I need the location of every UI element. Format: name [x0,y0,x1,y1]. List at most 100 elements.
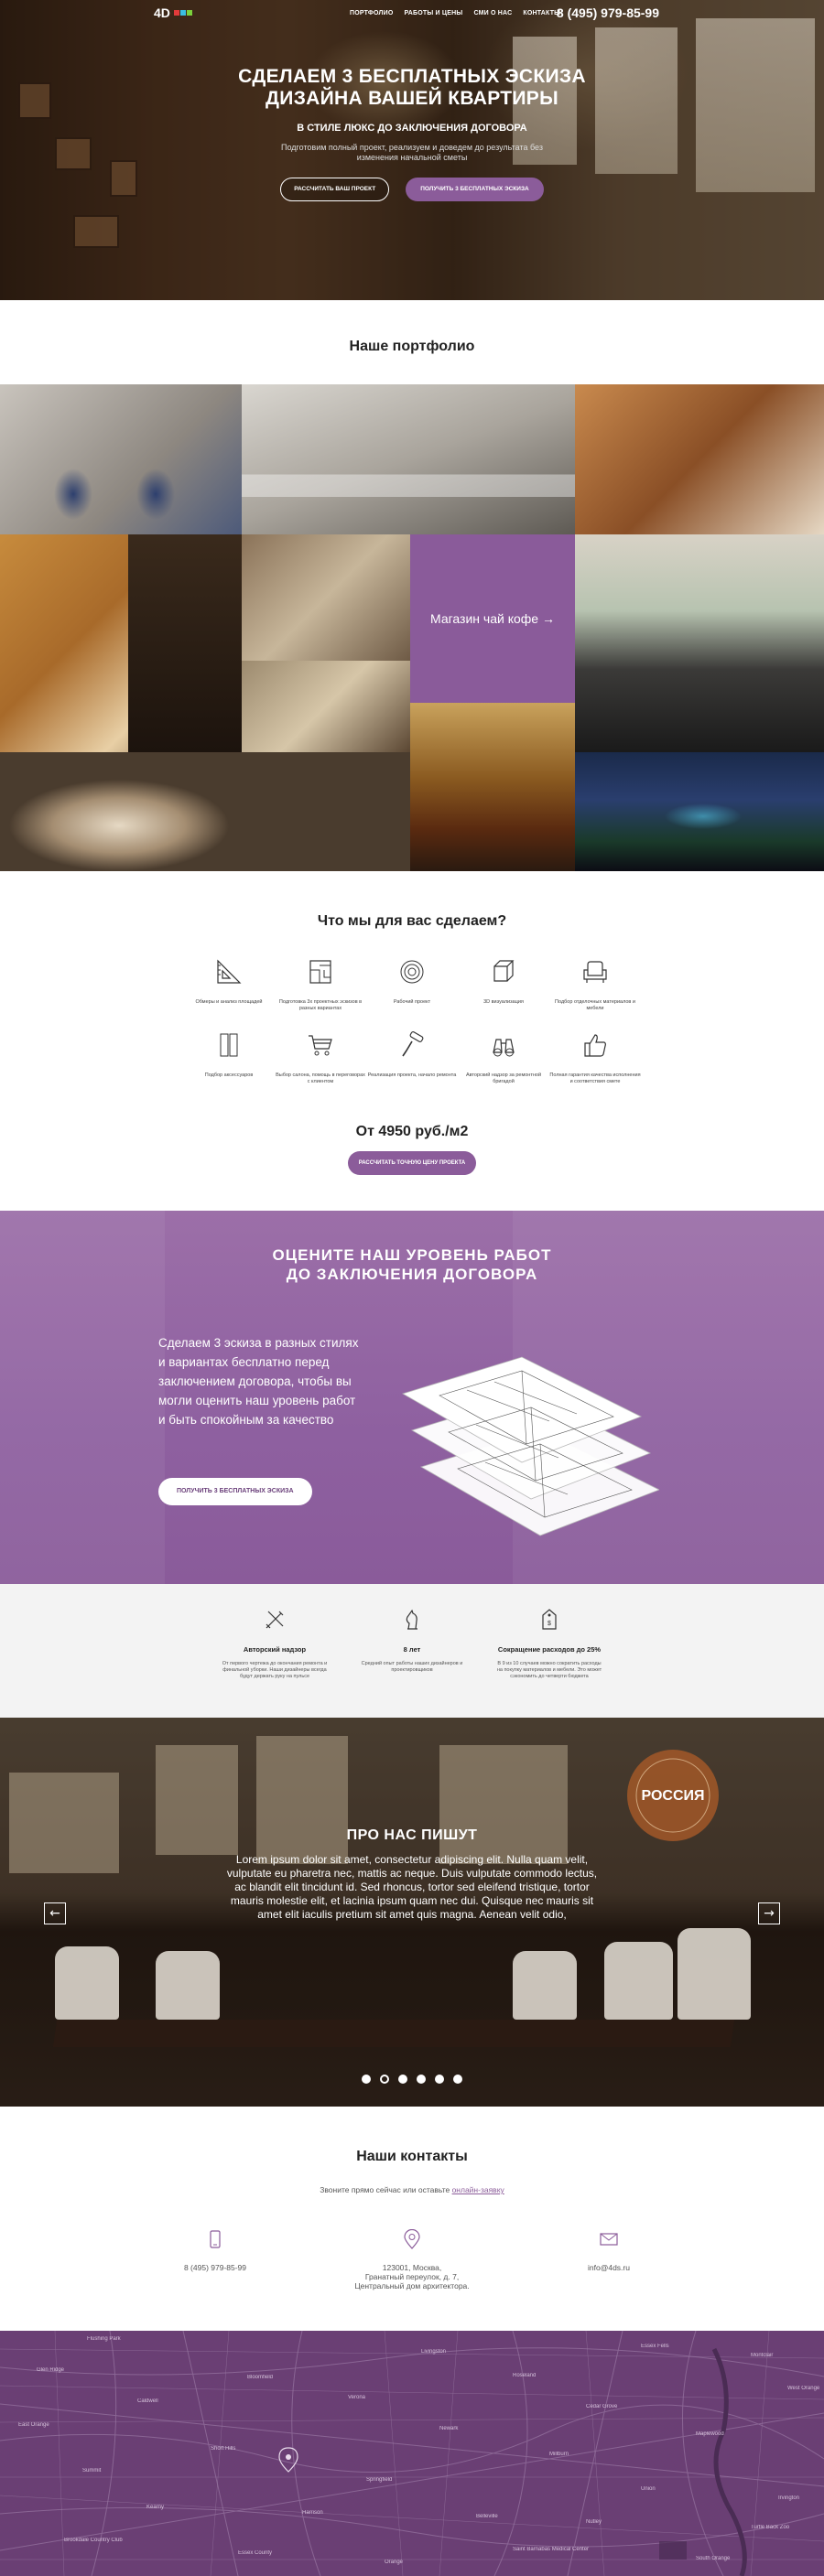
portfolio-title: Наше портфолио [349,339,475,354]
menu-item-press[interactable]: СМИ О НАС [473,10,512,16]
portfolio-tile[interactable] [575,384,824,534]
service-item: Подбор отделочных материалов и мебели [549,957,641,1012]
slider-dot[interactable] [435,2075,444,2084]
menu-item-portfolio[interactable]: ПОРТФОЛИО [350,10,394,16]
review-content: ПРО НАС ПИШУТ Lorem ipsum dolor sit amet… [220,1827,604,1922]
slider-dot[interactable] [398,2075,407,2084]
portfolio-tile-featured[interactable]: Магазин чай кофе → [410,534,575,703]
map-place-label: Summit [82,2468,102,2474]
portfolio-tile[interactable] [0,534,242,752]
hero-painting [73,215,119,248]
online-request-link[interactable]: онлайн-заявку [452,2185,504,2194]
portfolio-tile[interactable] [410,703,575,871]
reviews-section: РОССИЯ ПРО НАС ПИШУТ Lorem ipsum dolor s… [0,1718,824,2107]
logo[interactable]: 4D [154,5,194,22]
panels-icon [220,1033,238,1057]
map-place-label: Glen Ridge [37,2367,65,2373]
contact-phone-text[interactable]: 8 (495) 979-85-99 [160,2263,270,2272]
ruler-triangle-icon [217,959,242,984]
evaluate-sketches-button[interactable]: ПОЛУЧИТЬ 3 БЕСПЛАТНЫХ ЭСКИЗА [158,1478,312,1505]
service-label: Реализация проекта, начало ремонта [367,1072,457,1078]
map-place-label: Millburn [549,2452,569,2457]
portfolio-tile[interactable] [575,534,824,752]
contacts-section: Наши контакты Звоните прямо сейчас или о… [0,2107,824,2331]
service-item: Подготовка 3х проектных эскизов в разных… [275,957,366,1012]
map-place-label: West Orange [787,2386,820,2391]
portfolio-tile[interactable] [242,384,575,534]
hero-title-line2: ДИЗАЙНА ВАШЕЙ КВАРТИРЫ [266,88,558,109]
background-chair [678,1928,751,2020]
background-board [9,1773,119,1873]
review-text: Lorem ipsum dolor sit amet, consectetur … [226,1853,598,1921]
map-place-label: Newark [439,2426,459,2431]
service-label: Полная гарантия качества исполнения и со… [549,1072,641,1084]
service-label: Выбор салона, помощь в переговорах с кли… [276,1072,365,1084]
arrow-left-icon: ← [49,1906,60,1921]
header-phone[interactable]: 8 (495) 979-85-99 [557,5,659,20]
feature-text: В 9 из 10 случаев можно сократить расход… [496,1661,602,1679]
cart-icon [309,1035,332,1056]
feature-title: Сокращение расходов до 25% [497,1645,602,1654]
evaluate-text: Сделаем 3 эскиза в разных стилях и вариа… [158,1336,359,1427]
service-label: Подбор аксессуаров [204,1072,254,1078]
map-place-label: Maplewood [696,2431,724,2437]
evaluate-section: ОЦЕНИТЕ НАШ УРОВЕНЬ РАБОТ ДО ЗАКЛЮЧЕНИЯ … [0,1211,824,1584]
slider-dot[interactable] [417,2075,426,2084]
map-place-label: Roseland [513,2373,537,2378]
hero-subtitle: В СТИЛЕ ЛЮКС ДО ЗАКЛЮЧЕНИЯ ДОГОВОРА [297,123,527,134]
evaluate-title: ОЦЕНИТЕ НАШ УРОВЕНЬ РАБОТ ДО ЗАКЛЮЧЕНИЯ … [0,1245,824,1284]
portfolio-tile[interactable] [242,661,410,752]
menu-item-contacts[interactable]: КОНТАКТЫ [523,10,560,16]
service-item: Рабочий проект [366,957,458,1012]
slider-dot[interactable] [453,2075,462,2084]
logo-square [187,10,192,16]
map-section[interactable]: Flushing Park Livingston Essex Fells Montcl… [0,2331,824,2576]
prev-arrow-button[interactable]: ← [44,1902,66,1924]
service-item: Обмеры и анализ площадей [183,957,275,1012]
portfolio-tile[interactable] [0,384,242,534]
price-tag-icon: $ [542,1609,557,1630]
portfolio-tile[interactable] [242,534,410,661]
armchair-icon [583,961,607,983]
background-chair [604,1942,673,2020]
feature-item: 8 лет Средний опыт работы наших дизайнер… [357,1608,467,1718]
map-place-label: Bloomfield [247,2375,274,2380]
svg-text:$: $ [548,1621,551,1627]
reviews-title: ПРО НАС ПИШУТ [346,1827,478,1843]
map-place-label: East Orange [18,2422,49,2428]
map-place-label: Turtle Back Zoo [751,2525,790,2530]
chess-knight-icon [406,1609,417,1630]
background-table [52,2020,735,2047]
portfolio-section: Наше портфолио Магазин чай кофе → [0,300,824,871]
get-sketches-button[interactable]: ПОЛУЧИТЬ 3 БЕСПЛАТНЫХ ЭСКИЗА [406,178,544,201]
service-label: Обмеры и анализ площадей [195,999,263,1005]
slider-dot[interactable] [380,2075,389,2084]
main-menu: ПОРТФОЛИО РАБОТЫ И ЦЕНЫ СМИ О НАС КОНТАК… [350,10,560,16]
map-place-label: Verona [348,2395,366,2400]
map-place-label: Kearny [146,2505,165,2510]
features-section: Авторский надзор От первого чертежа до о… [0,1584,824,1718]
services-row: Обмеры и анализ площадей Подготовка 3х п… [0,957,824,1012]
feature-title: Авторский надзор [243,1645,307,1654]
feature-title: 8 лет [403,1645,421,1654]
map-roads [0,2331,824,2576]
hero-text: Подготовим полный проект, реализуем и до… [280,143,543,162]
next-arrow-button[interactable]: → [758,1902,780,1924]
hero-title: СДЕЛАЕМ 3 БЕСПЛАТНЫХ ЭСКИЗА ДИЗАЙНА ВАШЕ… [0,66,824,110]
phone-icon [210,2230,221,2248]
hero-title-line1: СДЕЛАЕМ 3 БЕСПЛАТНЫХ ЭСКИЗА [238,66,586,87]
feature-text: Средний опыт работы наших дизайнеров и п… [361,1661,463,1673]
service-item: Авторский надзор за ремонтной бригадой [458,1030,549,1085]
portfolio-tile[interactable] [575,752,824,871]
services-section: Что мы для вас сделаем? Обмеры и анализ … [0,871,824,1211]
map-place-label: Short Hills [211,2446,236,2452]
menu-item-works-prices[interactable]: РАБОТЫ И ЦЕНЫ [405,10,463,16]
contact-email-text[interactable]: info@4ds.ru [554,2263,664,2272]
logo-square [180,10,186,16]
map-place-label: Essex County [238,2550,273,2556]
calc-price-button[interactable]: РАССЧИТАТЬ ТОЧНУЮ ЦЕНУ ПРОЕКТА [347,1151,477,1175]
calc-project-button[interactable]: РАССЧИТАТЬ ВАШ ПРОЕКТ [280,178,390,201]
slider-dot[interactable] [362,2075,371,2084]
portfolio-tile[interactable] [0,752,410,871]
envelope-icon [600,2233,618,2246]
